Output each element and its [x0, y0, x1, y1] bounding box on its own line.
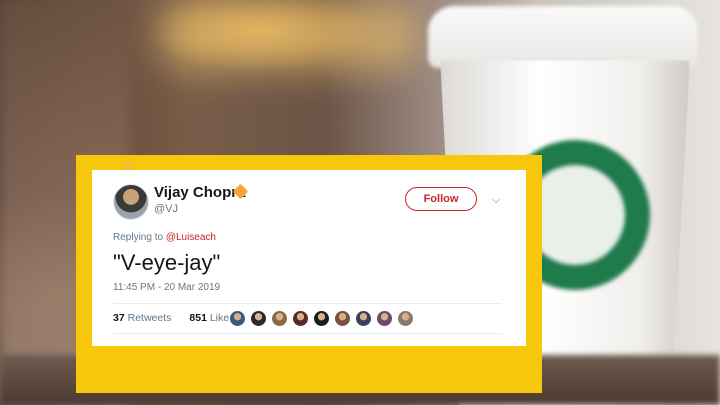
liker-avatar[interactable]	[397, 310, 414, 327]
liker-avatar[interactable]	[292, 310, 309, 327]
display-name[interactable]: Vijay Chopra	[154, 184, 245, 201]
timestamp[interactable]: 11:45 PM - 20 Mar 2019	[113, 282, 220, 293]
retweets-count: 37	[113, 312, 125, 324]
liker-avatar[interactable]	[271, 310, 288, 327]
replying-to-line: Replying to @Luiseach	[113, 232, 216, 243]
tweet-text: "V-eye-jay"	[113, 250, 221, 275]
divider	[113, 333, 502, 334]
liker-avatar[interactable]	[376, 310, 393, 327]
retweets-label: Retweets	[127, 312, 172, 324]
engagement-stats: 37 Retweets 851 Likes	[113, 312, 234, 324]
liker-avatars	[229, 310, 414, 327]
mention-link[interactable]: @Luiseach	[166, 232, 216, 243]
liker-avatar[interactable]	[334, 310, 351, 327]
user-handle[interactable]: @VJ	[154, 203, 178, 215]
liker-avatar[interactable]	[313, 310, 330, 327]
liker-avatar[interactable]	[355, 310, 372, 327]
liker-avatar[interactable]	[250, 310, 267, 327]
retweets-stat[interactable]: 37 Retweets	[113, 312, 171, 324]
divider	[113, 303, 502, 304]
liker-avatar[interactable]	[229, 310, 246, 327]
avatar[interactable]	[113, 184, 149, 220]
chevron-down-icon[interactable]: ⌵	[489, 193, 503, 207]
likes-count: 851	[189, 312, 207, 324]
follow-button[interactable]: Follow	[405, 187, 477, 211]
replying-prefix: Replying to	[113, 232, 164, 243]
likes-stat[interactable]: 851 Likes	[189, 312, 234, 324]
